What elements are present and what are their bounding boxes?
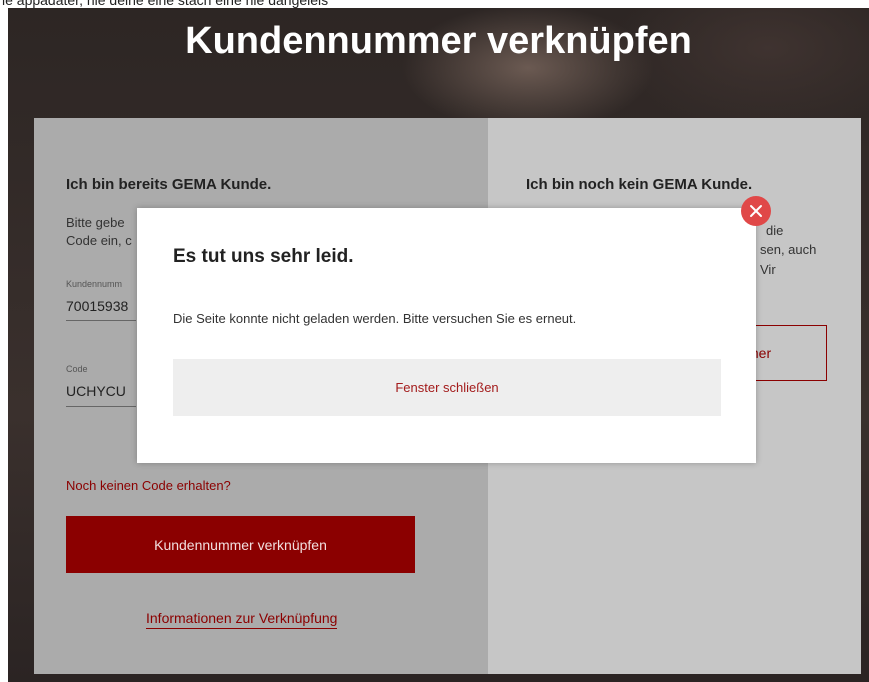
customer-number-label: Kundennumm	[66, 279, 123, 289]
no-code-link[interactable]: Noch keinen Code erhalten?	[66, 478, 231, 493]
close-icon	[750, 205, 762, 217]
code-label: Code	[66, 364, 88, 374]
link-customer-number-button[interactable]: Kundennummer verknüpfen	[66, 516, 415, 573]
existing-customer-desc-1: Bitte gebe	[66, 215, 125, 230]
new-customer-text-fragment-1: die	[766, 223, 784, 238]
existing-customer-heading: Ich bin bereits GEMA Kunde.	[66, 176, 272, 193]
new-customer-heading: Ich bin noch kein GEMA Kunde.	[526, 176, 753, 193]
error-dialog-message: Die Seite konnte nicht geladen werden. B…	[173, 311, 577, 326]
close-window-button[interactable]: Fenster schließen	[173, 359, 721, 416]
error-dialog: Es tut uns sehr leid. Die Seite konnte n…	[137, 208, 756, 463]
new-customer-text-fragment-2: sen, auch	[760, 242, 817, 257]
error-dialog-title: Es tut uns sehr leid.	[173, 246, 354, 267]
close-dialog-button[interactable]	[741, 196, 771, 226]
code-underline	[66, 406, 136, 407]
code-input[interactable]: UCHYCU	[66, 383, 126, 399]
existing-customer-desc-2: Code ein, c	[66, 233, 132, 248]
clipped-top-text: le appadater, nie deine eine stach eine …	[2, 0, 329, 8]
link-info-link[interactable]: Informationen zur Verknüpfung	[146, 610, 338, 629]
new-customer-text-fragment-3: Vir	[760, 262, 776, 277]
customer-number-underline	[66, 320, 136, 321]
page-title: Kundennummer verknüpfen	[185, 20, 692, 62]
customer-number-input[interactable]: 70015938	[66, 298, 128, 314]
